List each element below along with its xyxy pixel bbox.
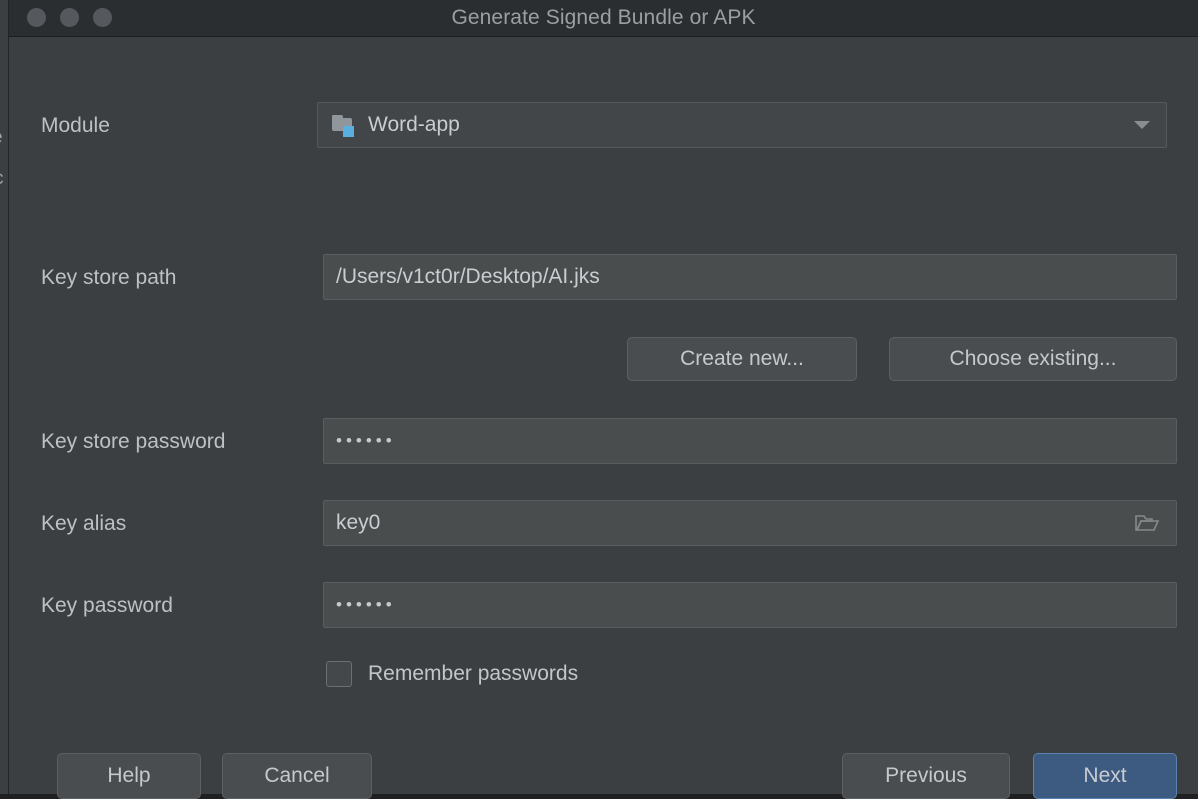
cancel-button-label: Cancel — [264, 764, 330, 787]
previous-button[interactable]: Previous — [842, 753, 1010, 799]
help-button[interactable]: Help — [57, 753, 201, 799]
cancel-button[interactable]: Cancel — [222, 753, 372, 799]
folder-open-icon[interactable] — [1134, 513, 1160, 533]
key-password-label: Key password — [41, 594, 173, 617]
choose-existing-button-label: Choose existing... — [949, 347, 1117, 370]
keystore-path-value: /Users/v1ct0r/Desktop/AI.jks — [336, 265, 600, 288]
help-button-label: Help — [107, 764, 151, 787]
create-new-button-label: Create new... — [680, 347, 804, 370]
zoom-window-button[interactable] — [93, 8, 112, 27]
dialog-title: Generate Signed Bundle or APK — [451, 6, 756, 29]
minimize-window-button[interactable] — [60, 8, 79, 27]
key-alias-value: key0 — [336, 511, 381, 534]
keystore-path-input[interactable]: /Users/v1ct0r/Desktop/AI.jks — [323, 254, 1177, 300]
backdrop-text-line-2: c — [0, 168, 4, 190]
dialog-titlebar: Generate Signed Bundle or APK — [9, 0, 1198, 37]
remember-passwords-checkbox[interactable] — [326, 661, 352, 687]
key-password-input[interactable]: •••••• — [323, 582, 1177, 628]
keystore-path-label: Key store path — [41, 266, 177, 289]
next-button[interactable]: Next — [1033, 753, 1177, 799]
dialog-body: Module Word-app Key store path /Users/v1… — [9, 37, 1198, 799]
previous-button-label: Previous — [885, 764, 967, 787]
key-alias-input[interactable]: key0 — [323, 500, 1177, 546]
backdrop-text-line-1: e — [0, 127, 3, 149]
key-password-value: •••••• — [336, 595, 396, 614]
key-alias-label: Key alias — [41, 512, 127, 535]
chevron-down-icon — [1134, 121, 1150, 129]
choose-existing-button[interactable]: Choose existing... — [889, 337, 1177, 381]
keystore-password-value: •••••• — [336, 431, 396, 450]
remember-passwords-row[interactable]: Remember passwords — [326, 661, 578, 687]
remember-passwords-label: Remember passwords — [368, 662, 579, 685]
module-selected-value: Word-app — [368, 113, 460, 136]
module-label: Module — [41, 114, 110, 137]
module-folder-icon — [332, 114, 356, 137]
next-button-label: Next — [1083, 764, 1127, 787]
module-dropdown[interactable]: Word-app — [317, 102, 1167, 148]
keystore-password-label: Key store password — [41, 430, 226, 453]
window-controls — [27, 8, 112, 27]
close-window-button[interactable] — [27, 8, 46, 27]
create-new-button[interactable]: Create new... — [627, 337, 857, 381]
generate-signed-bundle-dialog: Generate Signed Bundle or APK Module Wor… — [8, 0, 1198, 799]
keystore-password-input[interactable]: •••••• — [323, 418, 1177, 464]
